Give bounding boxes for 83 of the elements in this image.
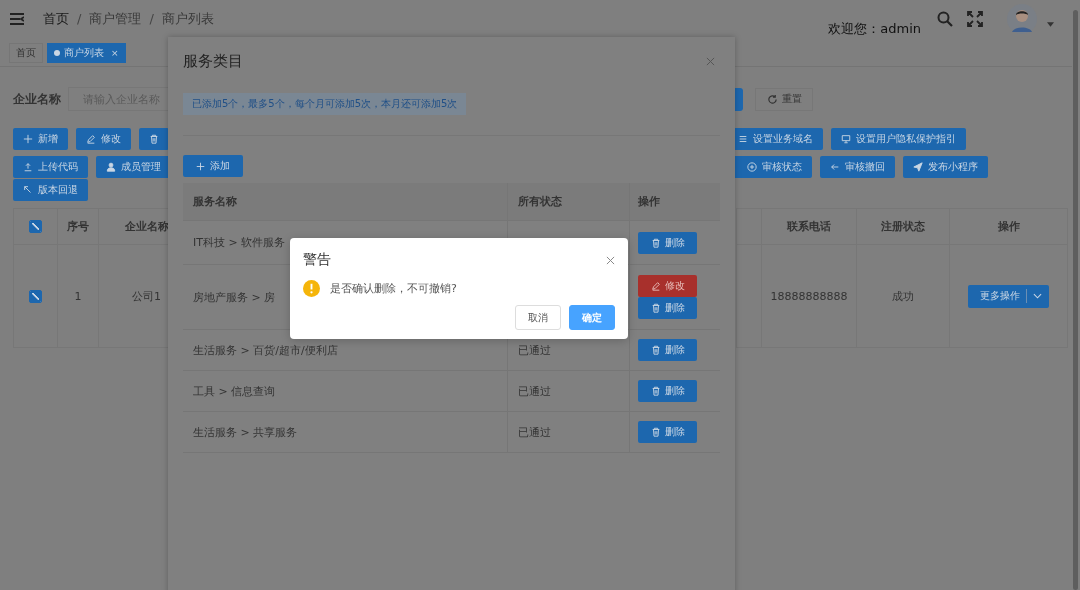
column-header: 操作 <box>637 194 661 210</box>
breadcrumb-separator: / <box>77 11 82 26</box>
upload-icon <box>23 162 33 172</box>
add-button[interactable]: 添加 <box>183 155 243 177</box>
toolbar-button[interactable]: 上传代码 <box>13 156 88 178</box>
field-label: 企业名称 <box>13 90 62 108</box>
user-icon <box>106 162 116 172</box>
arrow-icon <box>23 185 33 195</box>
close-icon[interactable] <box>706 56 715 66</box>
list-icon <box>738 134 748 144</box>
message-text: 是否确认删除，不可撤销? <box>330 281 457 296</box>
delete-button[interactable]: 删除 <box>638 380 697 402</box>
table-cell: 1 <box>58 245 99 347</box>
trash-icon <box>650 427 661 437</box>
trash-icon <box>650 345 661 355</box>
column-header: 序号 <box>58 209 99 244</box>
refresh-icon <box>766 93 778 105</box>
warning-icon <box>303 280 320 297</box>
table-cell: 18888888888 <box>762 245 857 347</box>
toolbar-button[interactable]: 版本回退 <box>13 179 88 201</box>
dropdown-button[interactable]: 更多操作 <box>968 284 1049 308</box>
dialog-title: 服务类目 <box>183 51 243 71</box>
chevron-down-icon <box>1033 293 1042 299</box>
menu-icon[interactable] <box>10 12 24 25</box>
table-cell: 生活服务 > 共享服务 <box>193 424 298 440</box>
column-header: 服务名称 <box>183 183 508 220</box>
pencil-icon <box>650 281 661 291</box>
notice-banner: 已添加5个，最多5个，每个月可添加5次，本月还可添加5次 <box>183 93 467 115</box>
breadcrumb-item: 商户管理 <box>89 9 142 28</box>
trash-icon <box>650 237 661 248</box>
close-icon[interactable] <box>606 255 615 265</box>
delete-button[interactable]: 删除 <box>638 421 697 443</box>
toolbar-button[interactable]: 成员管理 <box>96 156 171 178</box>
reset-button[interactable]: 重置 <box>755 87 813 111</box>
toolbar-button[interactable]: 发布小程序 <box>903 156 988 178</box>
column-header: 联系电话 <box>762 209 857 244</box>
breadcrumb-link[interactable]: 首页 <box>43 9 69 28</box>
delete-button[interactable]: 删除 <box>638 231 697 254</box>
table-cell: 生活服务 > 百货/超市/便利店 <box>193 342 338 358</box>
avatar[interactable] <box>1007 3 1037 34</box>
table-cell: 已通过 <box>518 383 551 399</box>
column-header: 操作 <box>996 219 1021 235</box>
toolbar-button[interactable] <box>139 128 169 150</box>
table-cell: 工具 > 信息查询 <box>193 383 276 399</box>
column-header: 企业名称 <box>124 219 169 235</box>
delete-button[interactable]: 删除 <box>638 339 697 361</box>
toolbar-button[interactable]: 新增 <box>13 128 68 150</box>
table-cell-text: 公司1 <box>131 288 162 305</box>
welcome-text: 欢迎您：admin <box>828 20 921 38</box>
delete-button[interactable]: 删除 <box>638 297 697 319</box>
column-header: 注册状态 <box>857 209 950 244</box>
table-cell: 房地产服务 > 房 <box>193 289 276 305</box>
tab[interactable]: 首页 <box>9 43 43 63</box>
paper-plane-icon <box>913 162 923 172</box>
tab[interactable]: 商户列表 × <box>47 43 126 63</box>
plus-icon <box>196 161 205 171</box>
column-header: 所有状态 <box>508 183 630 220</box>
trash-icon <box>650 303 661 313</box>
trash-icon <box>149 134 159 144</box>
confirm-button[interactable]: 确定 <box>569 305 615 330</box>
table-cell: 已通过 <box>518 342 551 358</box>
monitor-icon <box>841 134 851 144</box>
toolbar-button[interactable]: 设置用户隐私保护指引 <box>831 128 966 150</box>
pencil-icon <box>86 134 96 144</box>
breadcrumb-separator: / <box>149 11 154 26</box>
toolbar-button[interactable]: 修改 <box>76 128 131 150</box>
trash-icon <box>650 386 661 396</box>
fullscreen-icon[interactable] <box>967 10 983 27</box>
scrollbar[interactable] <box>1073 10 1078 590</box>
edit-button[interactable]: 修改 <box>638 275 697 297</box>
table-cell: 成功 <box>857 245 950 347</box>
arrow-left-icon <box>830 162 840 172</box>
table-cell: IT科技 > 软件服务 <box>193 235 286 250</box>
plus-icon <box>23 134 33 144</box>
checkbox[interactable] <box>29 289 42 303</box>
dialog-title: 警告 <box>303 251 331 269</box>
breadcrumb-item: 商户列表 <box>161 9 214 28</box>
table-cell: 已通过 <box>518 424 551 440</box>
checkbox[interactable] <box>29 220 42 233</box>
search-icon[interactable] <box>937 10 953 27</box>
caret-icon[interactable] <box>1047 22 1054 27</box>
toolbar-button[interactable]: 审核撤回 <box>820 156 895 178</box>
cancel-button[interactable]: 取消 <box>515 305 561 330</box>
